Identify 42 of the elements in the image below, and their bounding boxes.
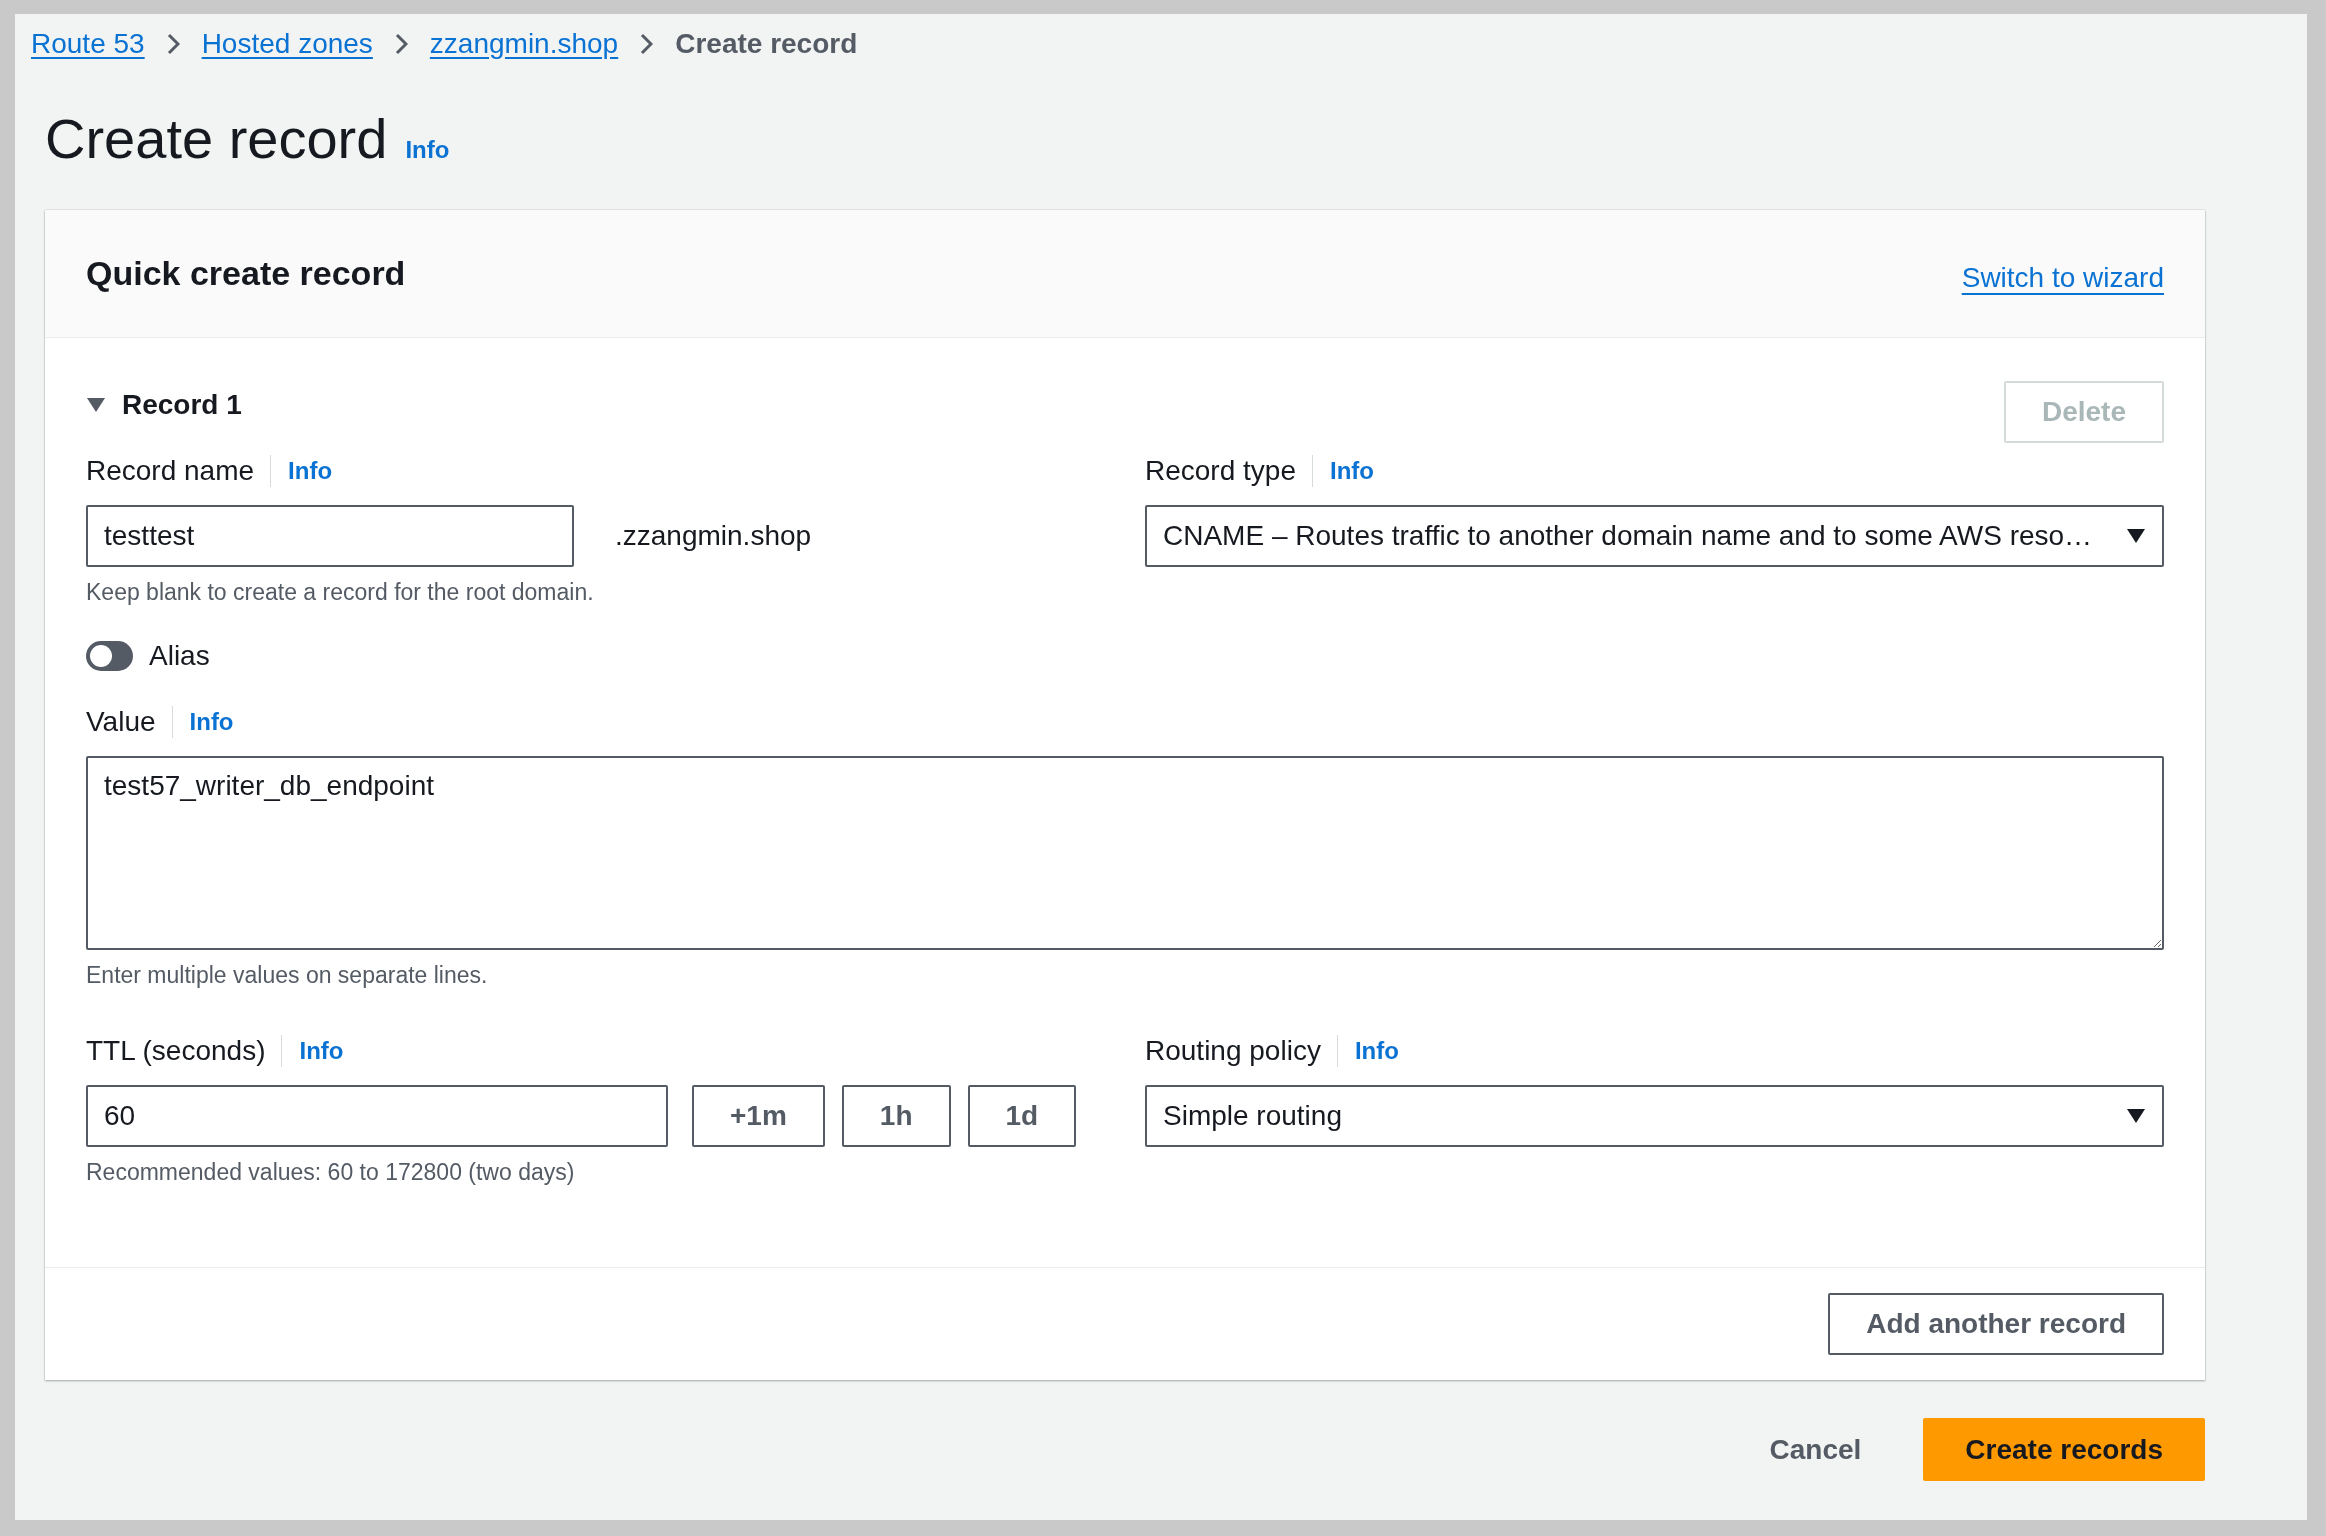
- switch-to-wizard-link[interactable]: Switch to wizard: [1961, 261, 2164, 294]
- breadcrumb-link[interactable]: Hosted zones: [201, 28, 373, 60]
- field-label: Routing policy: [1145, 1035, 1338, 1067]
- create-records-button[interactable]: Create records: [1923, 1418, 2205, 1481]
- ttl-preset-button[interactable]: +1m: [692, 1085, 825, 1147]
- ttl-input[interactable]: 60: [86, 1085, 668, 1147]
- field-label: Record name: [86, 455, 272, 487]
- caret-icon: [2126, 1108, 2146, 1124]
- record-title: Record 1: [122, 389, 242, 421]
- field-hint: Recommended values: 60 to 172800 (two days): [86, 1159, 576, 1186]
- breadcrumb-link[interactable]: Route 53: [31, 28, 145, 60]
- alias-label: Alias: [149, 640, 210, 672]
- chevron-icon: [394, 33, 408, 55]
- ttl-preset-button[interactable]: 1h: [841, 1085, 951, 1147]
- field-hint: Enter multiple values on separate lines.: [86, 962, 489, 989]
- info-link[interactable]: Info: [189, 708, 234, 736]
- record-type-select[interactable]: CNAME – Routes traffic to another domain name and to some AWS reso…: [1145, 505, 2164, 567]
- domain-suffix: .zzangmin.shop: [615, 520, 812, 552]
- info-link[interactable]: Info: [288, 457, 333, 485]
- info-link[interactable]: Info: [1329, 457, 1374, 485]
- card-title: Quick create record: [86, 254, 406, 293]
- field-label: Record type: [1145, 455, 1313, 487]
- info-link[interactable]: Info: [1354, 1037, 1399, 1065]
- field-label: Value: [86, 706, 173, 738]
- ttl-preset-button[interactable]: 1d: [967, 1085, 1077, 1147]
- record-name-input[interactable]: testtest: [86, 505, 574, 567]
- caret-icon: [2126, 528, 2146, 544]
- alias-toggle[interactable]: [86, 641, 133, 671]
- chevron-icon: [166, 33, 180, 55]
- chevron-icon: [640, 33, 654, 55]
- breadcrumb-link[interactable]: zzangmin.shop: [429, 28, 619, 60]
- info-link[interactable]: Info: [299, 1037, 344, 1065]
- expand-triangle-icon[interactable]: [86, 397, 106, 413]
- breadcrumb-current: Create record: [675, 28, 858, 60]
- value-textarea[interactable]: test57_writer_db_endpoint: [86, 756, 2164, 950]
- add-another-record-button[interactable]: Add another record: [1828, 1293, 2164, 1355]
- field-label: TTL (seconds): [86, 1035, 283, 1067]
- routing-policy-select[interactable]: Simple routing: [1145, 1085, 2164, 1147]
- page-title: Create record: [45, 106, 388, 171]
- field-hint: Keep blank to create a record for the root domain.: [86, 579, 595, 606]
- cancel-button[interactable]: Cancel: [1763, 1432, 1868, 1467]
- info-link[interactable]: Info: [405, 136, 450, 164]
